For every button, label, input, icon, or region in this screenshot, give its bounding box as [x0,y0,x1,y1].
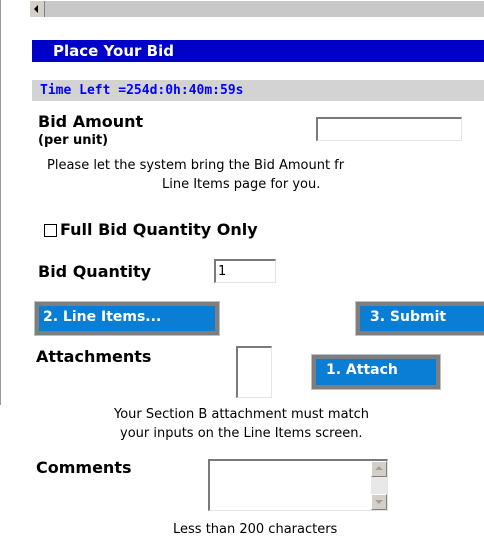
arrow-left-icon [34,5,38,13]
arrow-down-icon [375,500,383,504]
bid-amount-help-line-1: Please let the system bring the Bid Amou… [47,158,345,173]
bid-amount-help-line-2: Line Items page for you. [162,177,321,192]
attach-button[interactable]: 1. Attach [311,354,441,390]
comments-textarea[interactable] [208,459,388,511]
full-bid-quantity-checkbox[interactable] [44,224,57,237]
per-unit-label: (per unit) [38,133,109,148]
frame-left-border [0,0,1,405]
horizontal-scrollbar[interactable] [30,0,484,17]
bid-quantity-label: Bid Quantity [38,262,152,281]
scrollbar-track[interactable] [45,1,484,17]
scroll-up-button[interactable] [371,461,387,477]
bid-amount-input[interactable] [316,117,462,141]
arrow-up-icon [375,466,383,470]
bid-quantity-input[interactable] [214,259,276,283]
scroll-left-button[interactable] [30,1,45,17]
comments-scrollbar[interactable] [371,461,387,510]
time-left-display: Time Left =254d:0h:40m:59s [32,80,484,101]
place-bid-header: Place Your Bid [32,40,484,62]
comments-limit-note: Less than 200 characters [173,522,338,537]
full-bid-quantity-label: Full Bid Quantity Only [60,220,258,239]
scroll-down-button[interactable] [371,494,387,510]
bid-amount-label: Bid Amount [38,112,144,131]
attachments-list[interactable] [236,346,272,398]
attachments-label: Attachments [36,347,152,366]
attachment-note-line-1: Your Section B attachment must match [114,407,370,422]
line-items-button[interactable]: 2. Line Items... [34,301,220,336]
submit-button[interactable]: 3. Submit [355,301,484,336]
comments-label: Comments [36,458,132,477]
attachment-note-line-2: your inputs on the Line Items screen. [120,426,363,441]
